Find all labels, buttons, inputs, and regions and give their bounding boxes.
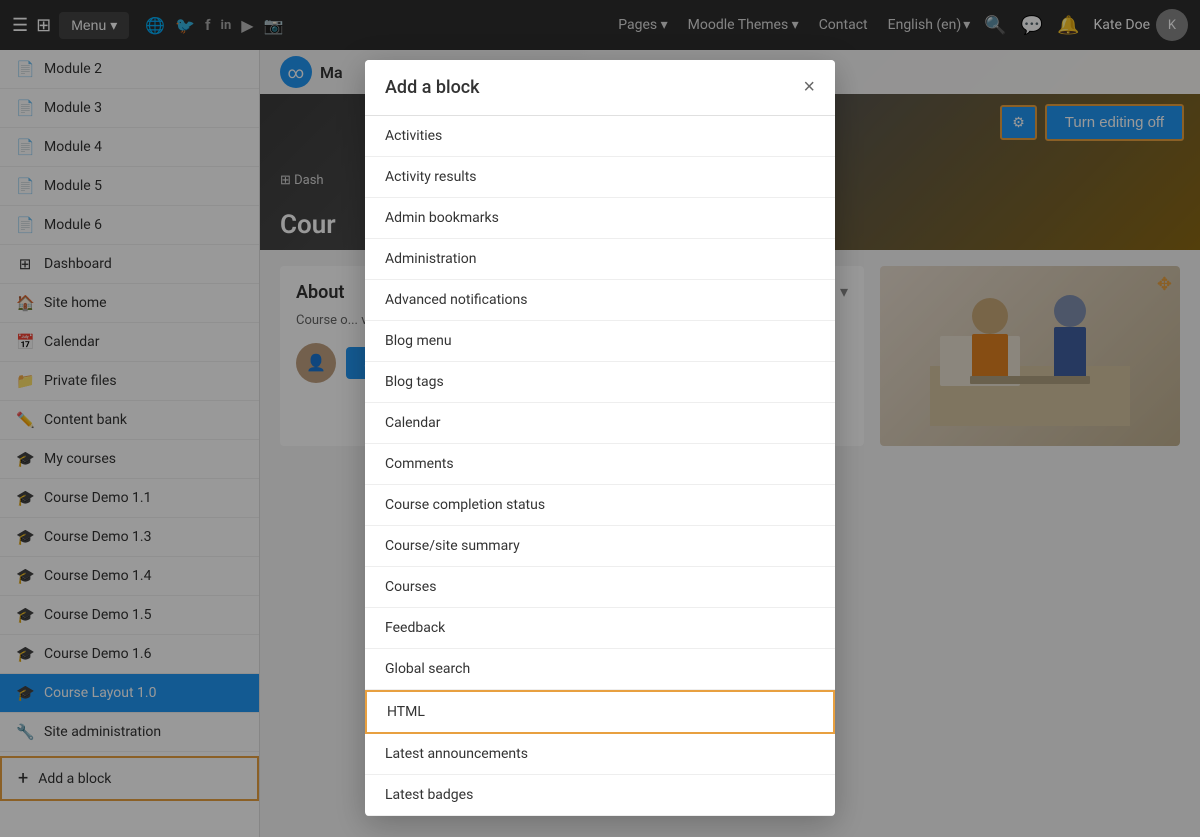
- block-item-blog-tags[interactable]: Blog tags: [365, 362, 835, 403]
- block-item-calendar[interactable]: Calendar: [365, 403, 835, 444]
- block-item-latest-announcements[interactable]: Latest announcements: [365, 734, 835, 775]
- add-block-modal: Add a block × Activities Activity result…: [365, 60, 835, 816]
- modal-close-button[interactable]: ×: [803, 76, 815, 99]
- block-item-course-site-summary[interactable]: Course/site summary: [365, 526, 835, 567]
- block-item-global-search[interactable]: Global search: [365, 649, 835, 690]
- block-item-activity-results[interactable]: Activity results: [365, 157, 835, 198]
- block-item-course-completion[interactable]: Course completion status: [365, 485, 835, 526]
- block-item-html[interactable]: HTML: [365, 690, 835, 734]
- block-item-blog-menu[interactable]: Blog menu: [365, 321, 835, 362]
- modal-header: Add a block ×: [365, 60, 835, 116]
- block-item-administration[interactable]: Administration: [365, 239, 835, 280]
- block-item-advanced-notifications[interactable]: Advanced notifications: [365, 280, 835, 321]
- modal-title: Add a block: [385, 77, 480, 98]
- block-item-courses[interactable]: Courses: [365, 567, 835, 608]
- block-item-activities[interactable]: Activities: [365, 116, 835, 157]
- modal-overlay[interactable]: Add a block × Activities Activity result…: [0, 0, 1200, 837]
- block-item-comments[interactable]: Comments: [365, 444, 835, 485]
- block-item-latest-badges[interactable]: Latest badges: [365, 775, 835, 816]
- block-item-admin-bookmarks[interactable]: Admin bookmarks: [365, 198, 835, 239]
- modal-body: Activities Activity results Admin bookma…: [365, 116, 835, 816]
- block-item-feedback[interactable]: Feedback: [365, 608, 835, 649]
